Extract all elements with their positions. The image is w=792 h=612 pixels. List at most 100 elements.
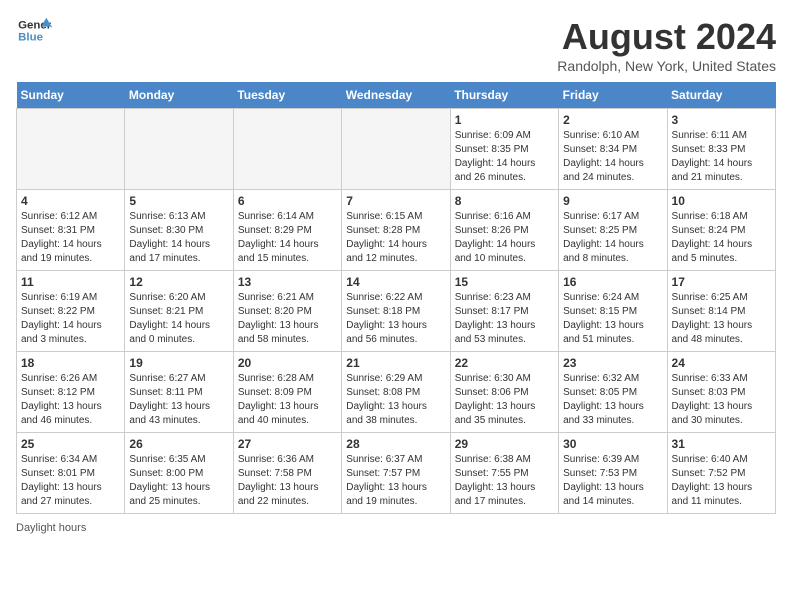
week-row-1: 1Sunrise: 6:09 AMSunset: 8:35 PMDaylight… (17, 109, 776, 190)
day-cell: 21 Sunrise: 6:29 AMSunset: 8:08 PMDayligh… (342, 352, 450, 433)
day-number: 14 (346, 275, 445, 289)
location: Randolph, New York, United States (557, 58, 776, 74)
day-cell: 15Sunrise: 6:23 AMSunset: 8:17 PMDayligh… (450, 271, 558, 352)
logo: General Blue (16, 16, 52, 46)
day-cell: 25 Sunrise: 6:34 AMSunset: 8:01 PMDayligh… (17, 433, 125, 514)
day-number: 25 (21, 437, 120, 451)
day-number: 16 (563, 275, 662, 289)
day-cell: 13Sunrise: 6:21 AMSunset: 8:20 PMDayligh… (233, 271, 341, 352)
day-cell: 30 Sunrise: 6:39 AMSunset: 7:53 PMDayligh… (559, 433, 667, 514)
daylight-label: Daylight hours (16, 522, 86, 534)
week-row-3: 11 Sunrise: 6:19 AMSunset: 8:22 PMDayligh… (17, 271, 776, 352)
day-number: 27 (238, 437, 337, 451)
day-info: Sunrise: 6:19 AMSunset: 8:22 PMDaylight:… (21, 291, 120, 347)
day-info: Sunrise: 6:27 AMSunset: 8:11 PMDaylight:… (129, 372, 228, 428)
day-number: 3 (672, 113, 771, 127)
day-cell (17, 109, 125, 190)
day-number: 4 (21, 194, 120, 208)
day-cell: 2 Sunrise: 6:10 AMSunset: 8:34 PMDaylight… (559, 109, 667, 190)
col-header-tuesday: Tuesday (233, 82, 341, 109)
day-cell (342, 109, 450, 190)
day-cell: 8 Sunrise: 6:16 AMSunset: 8:26 PMDaylight… (450, 190, 558, 271)
day-number: 21 (346, 356, 445, 370)
day-cell: 12Sunrise: 6:20 AMSunset: 8:21 PMDayligh… (125, 271, 233, 352)
day-number: 15 (455, 275, 554, 289)
day-info: Sunrise: 6:14 AMSunset: 8:29 PMDaylight:… (238, 210, 337, 266)
day-cell: 6 Sunrise: 6:14 AMSunset: 8:29 PMDaylight… (233, 190, 341, 271)
day-cell: 22Sunrise: 6:30 AMSunset: 8:06 PMDayligh… (450, 352, 558, 433)
day-number: 17 (672, 275, 771, 289)
col-header-friday: Friday (559, 82, 667, 109)
day-cell: 5 Sunrise: 6:13 AMSunset: 8:30 PMDaylight… (125, 190, 233, 271)
day-number: 22 (455, 356, 554, 370)
day-cell: 10 Sunrise: 6:18 AMSunset: 8:24 PMDayligh… (667, 190, 775, 271)
day-info: Sunrise: 6:25 AMSunset: 8:14 PMDaylight:… (672, 291, 771, 347)
day-number: 5 (129, 194, 228, 208)
day-info: Sunrise: 6:32 AMSunset: 8:05 PMDaylight:… (563, 372, 662, 428)
day-cell: 4 Sunrise: 6:12 AMSunset: 8:31 PMDaylight… (17, 190, 125, 271)
day-number: 26 (129, 437, 228, 451)
day-cell: 27 Sunrise: 6:36 AMSunset: 7:58 PMDayligh… (233, 433, 341, 514)
day-info: Sunrise: 6:39 AMSunset: 7:53 PMDaylight:… (563, 453, 662, 509)
calendar-header-row: SundayMondayTuesdayWednesdayThursdayFrid… (17, 82, 776, 109)
footer: Daylight hours (16, 522, 776, 534)
week-row-2: 4 Sunrise: 6:12 AMSunset: 8:31 PMDaylight… (17, 190, 776, 271)
day-cell (125, 109, 233, 190)
day-cell: 3Sunrise: 6:11 AMSunset: 8:33 PMDaylight… (667, 109, 775, 190)
day-cell: 26 Sunrise: 6:35 AMSunset: 8:00 PMDayligh… (125, 433, 233, 514)
day-cell: 17 Sunrise: 6:25 AMSunset: 8:14 PMDayligh… (667, 271, 775, 352)
day-cell: 28 Sunrise: 6:37 AMSunset: 7:57 PMDayligh… (342, 433, 450, 514)
day-number: 30 (563, 437, 662, 451)
day-info: Sunrise: 6:40 AMSunset: 7:52 PMDaylight:… (672, 453, 771, 509)
day-number: 11 (21, 275, 120, 289)
day-number: 2 (563, 113, 662, 127)
day-number: 18 (21, 356, 120, 370)
day-cell: 16 Sunrise: 6:24 AMSunset: 8:15 PMDayligh… (559, 271, 667, 352)
day-info: Sunrise: 6:38 AMSunset: 7:55 PMDaylight:… (455, 453, 554, 509)
day-number: 13 (238, 275, 337, 289)
day-number: 28 (346, 437, 445, 451)
day-cell: 7 Sunrise: 6:15 AMSunset: 8:28 PMDaylight… (342, 190, 450, 271)
day-number: 24 (672, 356, 771, 370)
day-number: 23 (563, 356, 662, 370)
day-info: Sunrise: 6:35 AMSunset: 8:00 PMDaylight:… (129, 453, 228, 509)
day-info: Sunrise: 6:26 AMSunset: 8:12 PMDaylight:… (21, 372, 120, 428)
day-cell: 18 Sunrise: 6:26 AMSunset: 8:12 PMDayligh… (17, 352, 125, 433)
day-number: 10 (672, 194, 771, 208)
day-cell: 11 Sunrise: 6:19 AMSunset: 8:22 PMDayligh… (17, 271, 125, 352)
svg-text:Blue: Blue (18, 32, 43, 44)
week-row-5: 25 Sunrise: 6:34 AMSunset: 8:01 PMDayligh… (17, 433, 776, 514)
day-cell: 29 Sunrise: 6:38 AMSunset: 7:55 PMDayligh… (450, 433, 558, 514)
day-number: 9 (563, 194, 662, 208)
day-cell: 20Sunrise: 6:28 AMSunset: 8:09 PMDayligh… (233, 352, 341, 433)
day-info: Sunrise: 6:10 AMSunset: 8:34 PMDaylight:… (563, 129, 662, 185)
day-info: Sunrise: 6:36 AMSunset: 7:58 PMDaylight:… (238, 453, 337, 509)
col-header-saturday: Saturday (667, 82, 775, 109)
day-info: Sunrise: 6:12 AMSunset: 8:31 PMDaylight:… (21, 210, 120, 266)
month-title: August 2024 (557, 16, 776, 58)
day-info: Sunrise: 6:17 AMSunset: 8:25 PMDaylight:… (563, 210, 662, 266)
logo-icon: General Blue (16, 16, 52, 46)
day-info: Sunrise: 6:13 AMSunset: 8:30 PMDaylight:… (129, 210, 228, 266)
day-number: 19 (129, 356, 228, 370)
day-info: Sunrise: 6:34 AMSunset: 8:01 PMDaylight:… (21, 453, 120, 509)
day-number: 29 (455, 437, 554, 451)
day-info: Sunrise: 6:16 AMSunset: 8:26 PMDaylight:… (455, 210, 554, 266)
week-row-4: 18 Sunrise: 6:26 AMSunset: 8:12 PMDayligh… (17, 352, 776, 433)
page-header: General Blue August 2024 Randolph, New Y… (16, 16, 776, 74)
day-cell: 24 Sunrise: 6:33 AMSunset: 8:03 PMDayligh… (667, 352, 775, 433)
title-area: August 2024 Randolph, New York, United S… (557, 16, 776, 74)
day-info: Sunrise: 6:29 AMSunset: 8:08 PMDaylight:… (346, 372, 445, 428)
day-number: 8 (455, 194, 554, 208)
day-info: Sunrise: 6:37 AMSunset: 7:57 PMDaylight:… (346, 453, 445, 509)
day-info: Sunrise: 6:24 AMSunset: 8:15 PMDaylight:… (563, 291, 662, 347)
day-info: Sunrise: 6:33 AMSunset: 8:03 PMDaylight:… (672, 372, 771, 428)
day-info: Sunrise: 6:18 AMSunset: 8:24 PMDaylight:… (672, 210, 771, 266)
day-number: 7 (346, 194, 445, 208)
col-header-thursday: Thursday (450, 82, 558, 109)
day-number: 31 (672, 437, 771, 451)
day-info: Sunrise: 6:15 AMSunset: 8:28 PMDaylight:… (346, 210, 445, 266)
day-number: 6 (238, 194, 337, 208)
day-cell: 31 Sunrise: 6:40 AMSunset: 7:52 PMDayligh… (667, 433, 775, 514)
day-cell: 1Sunrise: 6:09 AMSunset: 8:35 PMDaylight… (450, 109, 558, 190)
